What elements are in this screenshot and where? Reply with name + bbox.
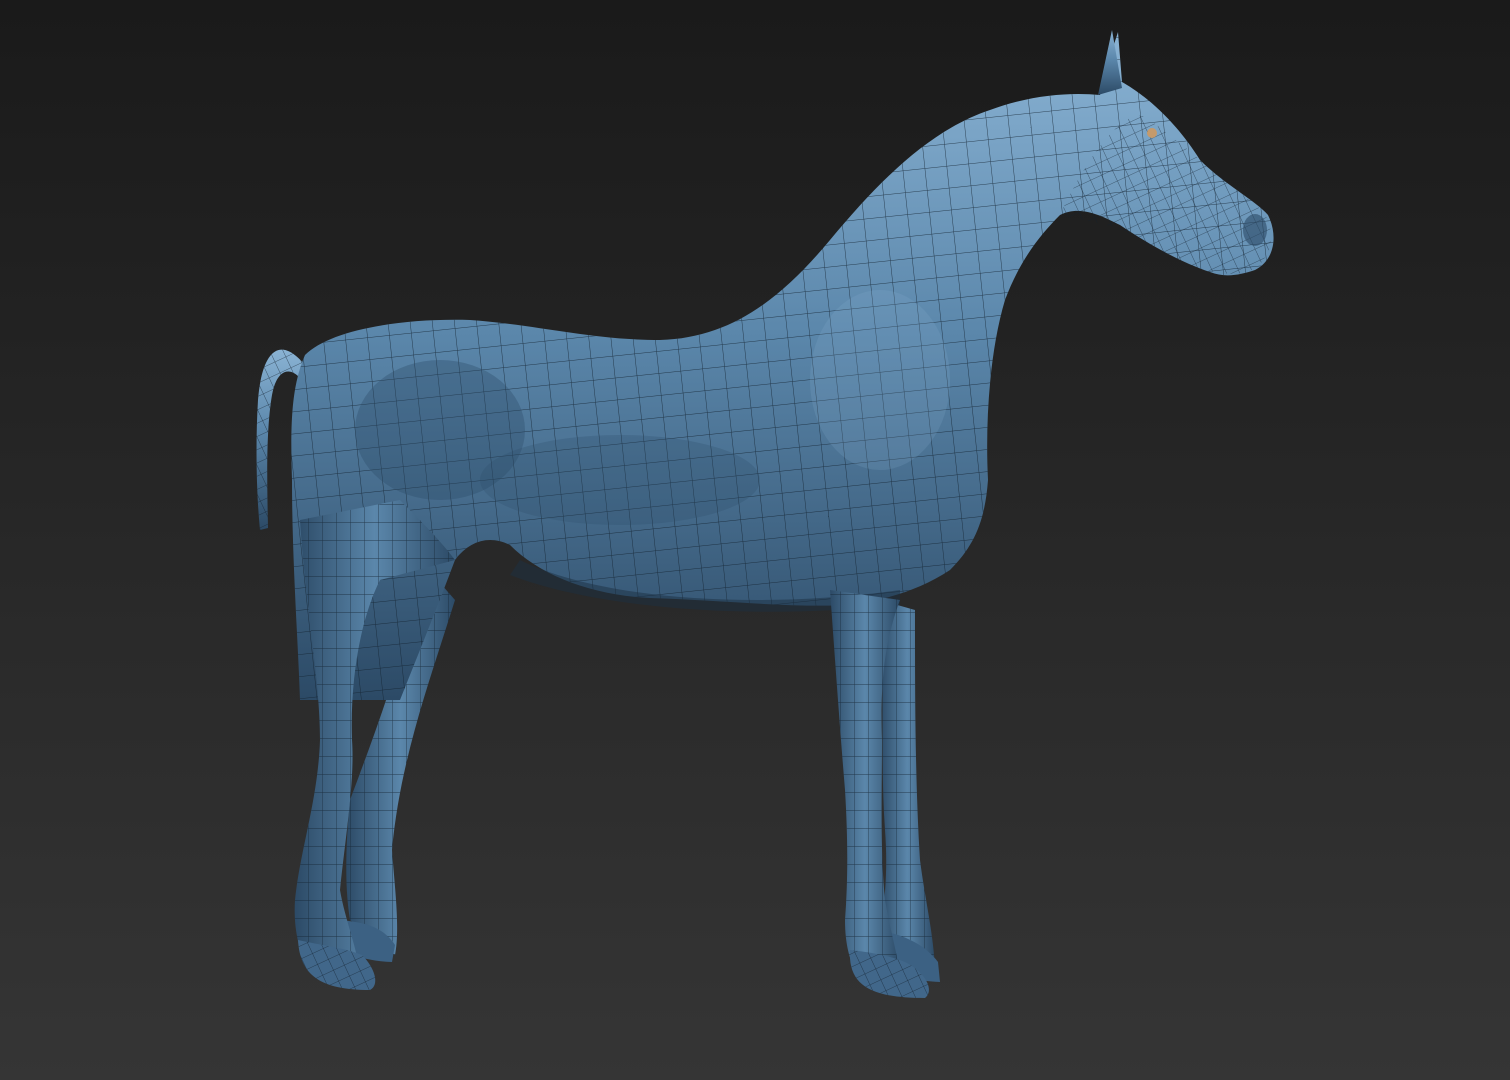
3d-viewport[interactable] (0, 0, 1510, 1080)
viewport-canvas (0, 0, 1510, 1080)
horse-eye (1147, 128, 1157, 138)
